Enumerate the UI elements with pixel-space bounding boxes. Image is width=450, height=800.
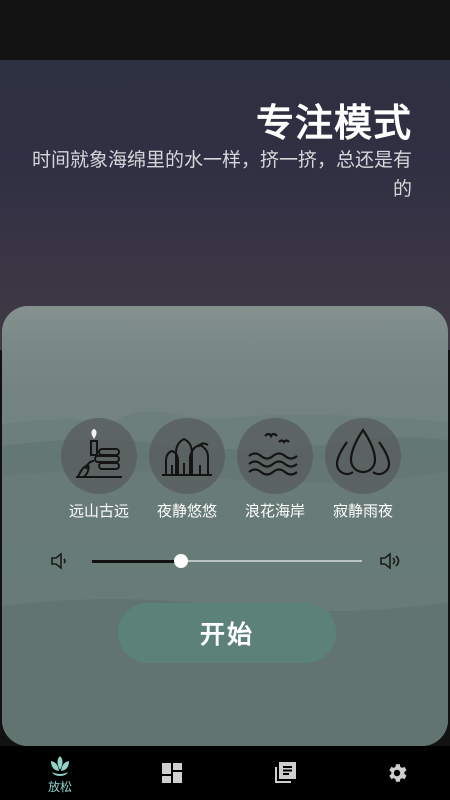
sea-waves-birds-icon <box>248 432 298 476</box>
page-title: 专注模式 <box>255 101 412 145</box>
mist-landscape-image <box>2 306 448 746</box>
start-button[interactable]: 开始 <box>118 603 336 663</box>
lotus-icon <box>51 756 69 776</box>
volume-slider-thumb[interactable] <box>174 554 189 568</box>
library-icon <box>275 762 296 783</box>
volume-slider[interactable] <box>92 554 362 568</box>
sound-item-rain[interactable]: 寂静雨夜 <box>319 418 407 523</box>
dashboard-icon <box>162 763 182 783</box>
sound-circle <box>325 418 401 494</box>
sound-label: 远山古远 <box>68 502 129 520</box>
sound-label: 夜静悠悠 <box>156 502 217 520</box>
forest-trees-icon <box>162 437 212 476</box>
sound-label: 寂静雨夜 <box>332 502 393 520</box>
nav-item-dashboard[interactable] <box>132 746 212 800</box>
sound-circle <box>61 418 137 494</box>
page-subtitle: 时间就象海绵里的水一样，挤一挤，总还是有的 <box>31 149 412 200</box>
sound-circle <box>237 418 313 494</box>
volume-high-icon[interactable] <box>378 549 402 573</box>
sound-label: 浪花海岸 <box>244 502 305 520</box>
mountain-temple-icon <box>76 429 122 478</box>
sound-options: 远山古远 夜静悠悠 浪花海岸 寂静雨夜 <box>0 418 450 523</box>
bottom-nav: 放松 <box>0 746 450 800</box>
sound-item-mountain[interactable]: 远山古远 <box>55 418 143 523</box>
nav-item-settings[interactable] <box>357 746 437 800</box>
sound-panel <box>2 306 448 746</box>
gear-icon <box>389 764 407 782</box>
sound-item-waves[interactable]: 浪花海岸 <box>231 418 319 523</box>
volume-control <box>0 545 450 577</box>
sound-circle <box>149 418 225 494</box>
nav-item-library[interactable] <box>245 746 325 800</box>
volume-slider-fill <box>92 559 182 563</box>
focus-screen: 专注模式 时间就象海绵里的水一样，挤一挤，总还是有的 远山古远 夜静悠悠 浪花海… <box>0 0 450 800</box>
status-bar <box>0 0 450 60</box>
volume-low-icon[interactable] <box>48 549 72 573</box>
nav-item-relax[interactable]: 放松 <box>20 746 100 800</box>
sound-item-forest[interactable]: 夜静悠悠 <box>143 418 231 523</box>
raindrops-icon <box>335 428 391 476</box>
nav-label-relax: 放松 <box>47 780 72 794</box>
